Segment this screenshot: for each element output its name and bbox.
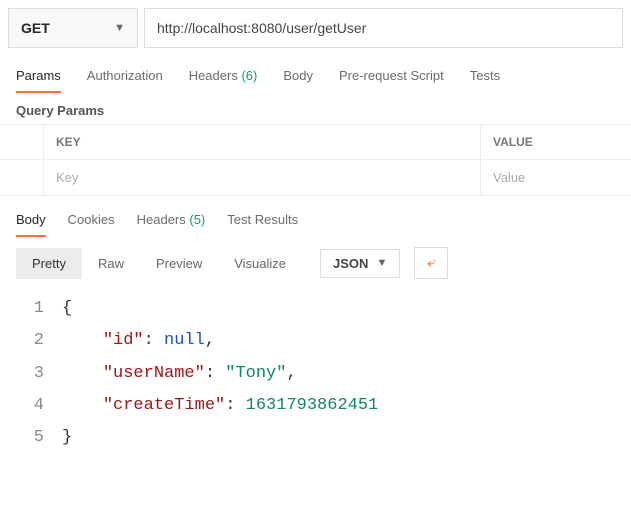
view-raw[interactable]: Raw	[82, 248, 140, 279]
resp-tab-testresults[interactable]: Test Results	[227, 212, 298, 237]
line-number: 1	[0, 293, 62, 325]
request-url-input[interactable]: http://localhost:8080/user/getUser	[144, 8, 623, 48]
tab-headers[interactable]: Headers (6)	[189, 68, 258, 93]
tab-params[interactable]: Params	[16, 68, 61, 93]
response-view-toolbar: Pretty Raw Preview Visualize JSON ▼ ⤶	[0, 237, 631, 289]
response-body-viewer[interactable]: 1{2 "id": null,3 "userName": "Tony",4 "c…	[0, 289, 631, 464]
request-url-text: http://localhost:8080/user/getUser	[157, 20, 366, 36]
query-params-table: KEY VALUE	[0, 124, 631, 196]
resp-tab-headers[interactable]: Headers (5)	[137, 212, 206, 237]
line-content: "createTime": 1631793862451	[62, 390, 378, 422]
table-header-row: KEY VALUE	[0, 125, 631, 160]
chevron-down-icon: ▼	[114, 22, 125, 34]
request-tabs: Params Authorization Headers (6) Body Pr…	[0, 48, 631, 93]
code-line: 1{	[0, 293, 631, 325]
code-line: 3 "userName": "Tony",	[0, 358, 631, 390]
view-preview[interactable]: Preview	[140, 248, 218, 279]
code-line: 4 "createTime": 1631793862451	[0, 390, 631, 422]
body-format-label: JSON	[333, 256, 368, 271]
view-pretty[interactable]: Pretty	[16, 248, 82, 279]
code-line: 2 "id": null,	[0, 325, 631, 357]
col-value-header: VALUE	[481, 125, 631, 159]
table-header-checkbox[interactable]	[0, 125, 44, 159]
line-wrap-button[interactable]: ⤶	[414, 247, 448, 279]
tab-prerequest[interactable]: Pre-request Script	[339, 68, 444, 93]
resp-tab-cookies[interactable]: Cookies	[68, 212, 115, 237]
http-method-select[interactable]: GET ▼	[8, 8, 138, 48]
response-tabs: Body Cookies Headers (5) Test Results	[0, 196, 631, 237]
col-key-header: KEY	[44, 125, 481, 159]
http-method-label: GET	[21, 20, 50, 36]
tab-body[interactable]: Body	[283, 68, 313, 93]
line-number: 3	[0, 358, 62, 390]
line-wrap-icon: ⤶	[427, 254, 436, 272]
line-number: 5	[0, 422, 62, 454]
resp-tab-body[interactable]: Body	[16, 212, 46, 237]
query-params-label: Query Params	[0, 93, 631, 124]
code-line: 5}	[0, 422, 631, 454]
line-number: 4	[0, 390, 62, 422]
chevron-down-icon: ▼	[376, 257, 387, 269]
tab-authorization[interactable]: Authorization	[87, 68, 163, 93]
line-content: "id": null,	[62, 325, 215, 357]
tab-tests[interactable]: Tests	[470, 68, 500, 93]
body-format-select[interactable]: JSON ▼	[320, 249, 400, 278]
line-content: {	[62, 293, 72, 325]
line-content: "userName": "Tony",	[62, 358, 297, 390]
line-number: 2	[0, 325, 62, 357]
table-row	[0, 160, 631, 196]
view-visualize[interactable]: Visualize	[218, 248, 302, 279]
param-key-input[interactable]	[56, 170, 468, 185]
row-checkbox[interactable]	[0, 160, 44, 195]
line-content: }	[62, 422, 72, 454]
param-value-input[interactable]	[493, 170, 619, 185]
view-mode-segment: Pretty Raw Preview Visualize	[16, 248, 302, 279]
